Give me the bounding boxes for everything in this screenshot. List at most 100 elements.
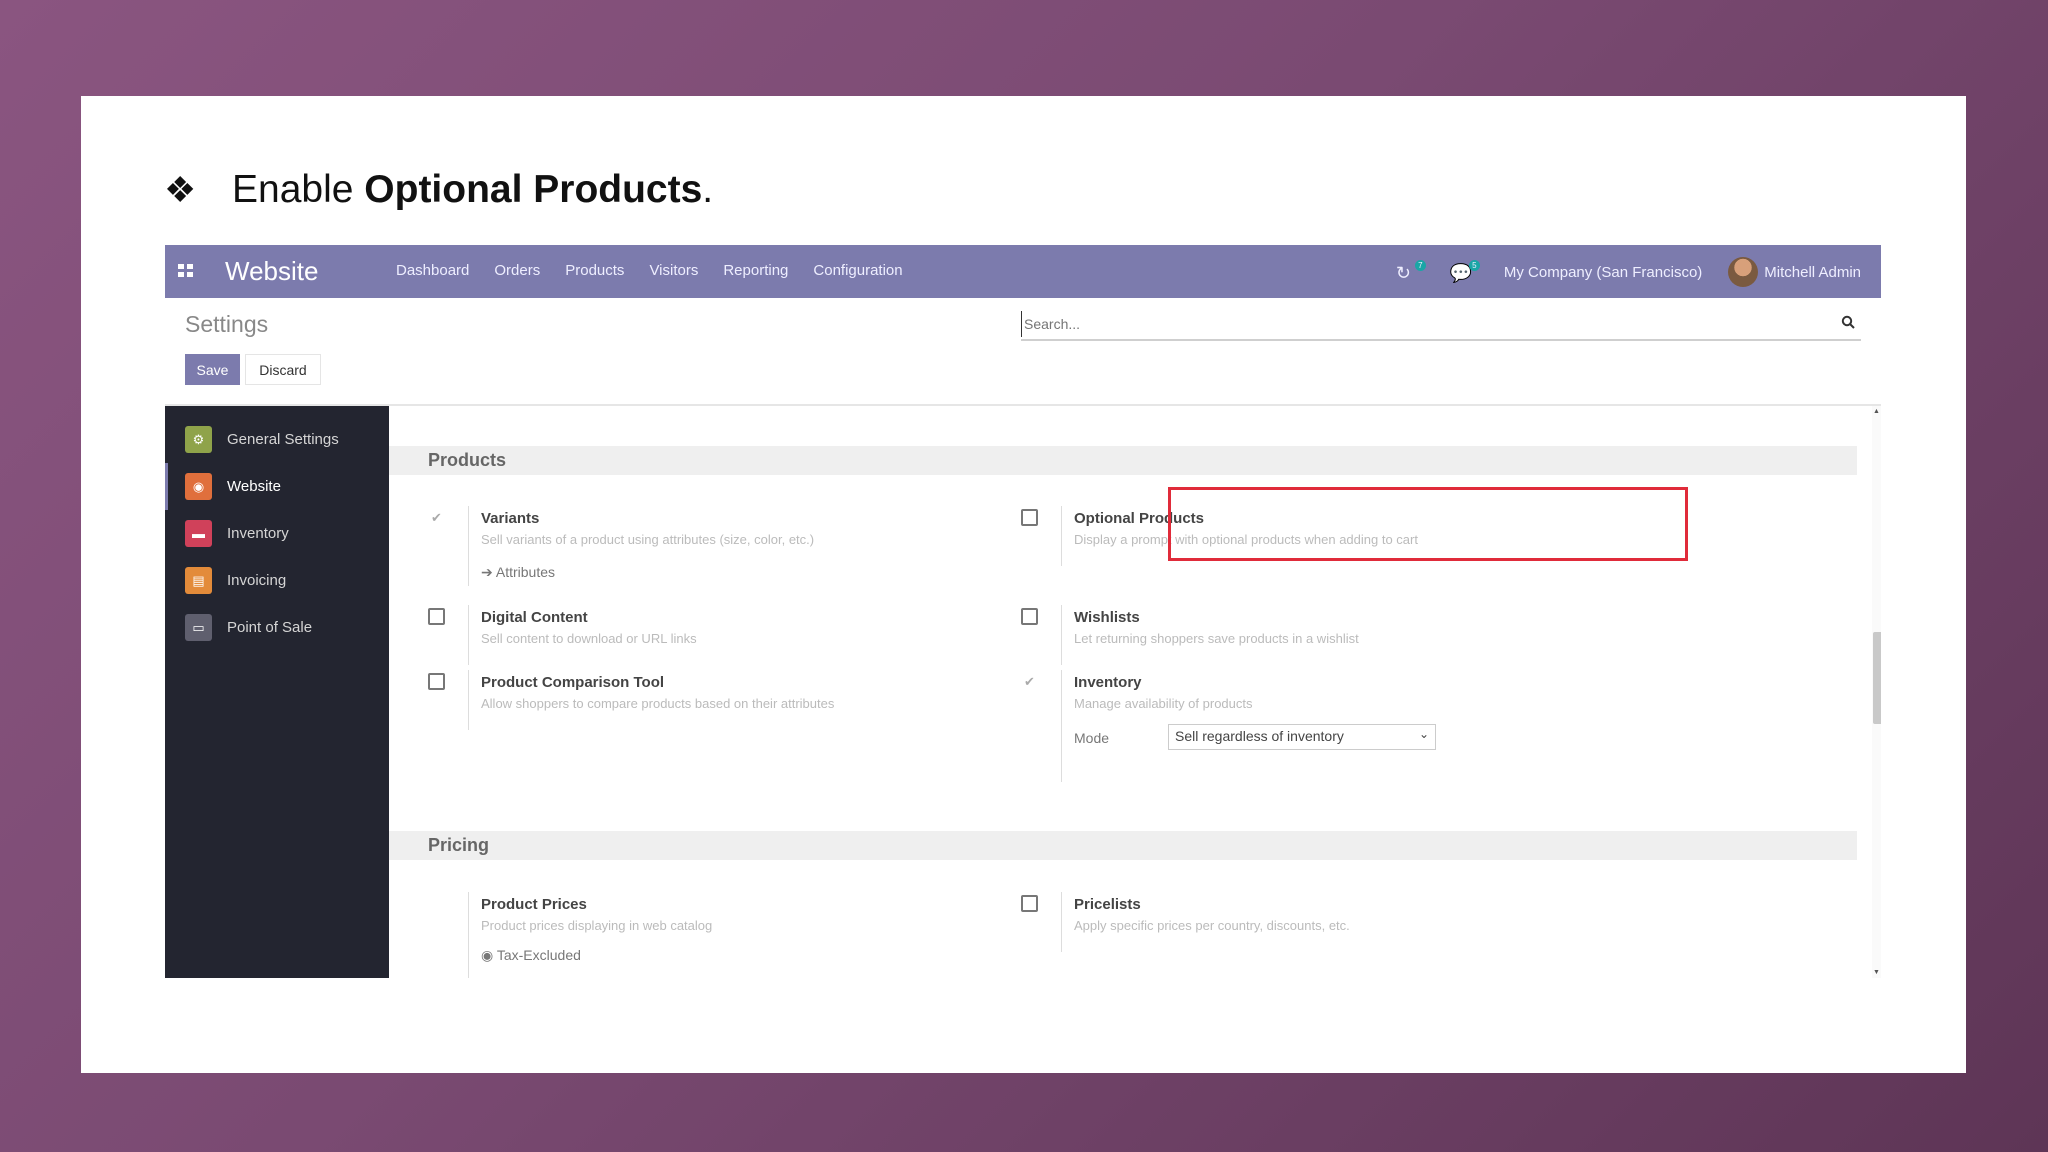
checkbox-inventory[interactable]: ✔: [1021, 673, 1038, 690]
company-switcher[interactable]: My Company (San Francisco): [1504, 264, 1702, 281]
headline-bold: Optional Products: [364, 168, 703, 211]
sidebar-item-invoicing[interactable]: ▤ Invoicing: [165, 557, 389, 604]
menu-item-configuration[interactable]: Configuration: [813, 262, 902, 279]
invoice-icon: ▤: [185, 567, 212, 594]
activity-button[interactable]: ↻ 7: [1395, 260, 1426, 283]
headline: ❖ Enable Optional Products.: [164, 162, 713, 218]
sidebar-item-inventory[interactable]: ▬ Inventory: [165, 510, 389, 557]
avatar: [1728, 257, 1759, 287]
setting-title: Product Comparison Tool: [481, 674, 665, 691]
menu-item-visitors[interactable]: Visitors: [649, 262, 698, 279]
setting-title: Pricelists: [1074, 896, 1141, 913]
setting-pricelists: Pricelists Apply specific prices per cou…: [1021, 892, 1581, 952]
setting-divider: [1061, 506, 1062, 566]
activity-badge: 7: [1414, 260, 1426, 271]
setting-divider: [1061, 892, 1062, 952]
settings-sidebar: ⚙ General Settings ◉ Website ▬ Inventory…: [165, 406, 389, 978]
bullet-icon: ❖: [164, 169, 197, 210]
chevron-down-icon: ⌄: [1418, 727, 1429, 741]
mode-label: Mode: [1074, 730, 1110, 746]
setting-product-comparison: Product Comparison Tool Allow shoppers t…: [428, 670, 988, 730]
radio-icon: ◉: [481, 947, 497, 963]
sidebar-item-point-of-sale[interactable]: ▭ Point of Sale: [165, 604, 389, 651]
apps-grid-icon[interactable]: [178, 264, 194, 278]
menu-item-products[interactable]: Products: [565, 262, 624, 279]
discard-button[interactable]: Discard: [245, 354, 321, 385]
tax-excluded-radio[interactable]: ◉ Tax-Excluded: [481, 947, 581, 964]
main-menu: Dashboard Orders Products Visitors Repor…: [396, 262, 928, 279]
save-button[interactable]: Save: [185, 354, 240, 385]
setting-title: Digital Content: [481, 609, 588, 626]
top-navbar: Website Dashboard Orders Products Visito…: [165, 245, 1881, 298]
setting-divider: [468, 670, 469, 730]
setting-description: Product prices displaying in web catalog: [481, 918, 713, 933]
globe-icon: ◉: [185, 473, 212, 500]
setting-description: Let returning shoppers save products in …: [1074, 631, 1359, 646]
setting-description: Allow shoppers to compare products based…: [481, 696, 835, 711]
checkbox-variants[interactable]: ✔: [428, 509, 445, 526]
section-title-pricing: Pricing: [389, 831, 1857, 860]
setting-description: Apply specific prices per country, disco…: [1074, 918, 1350, 933]
search-input[interactable]: [1021, 311, 1821, 337]
sidebar-item-label: Point of Sale: [227, 619, 313, 636]
sidebar-item-label: Inventory: [227, 525, 289, 542]
slide: ❖ Enable Optional Products. Website Dash…: [81, 96, 1966, 1073]
tax-excluded-label: Tax-Excluded: [496, 947, 581, 963]
sidebar-item-label: General Settings: [227, 431, 339, 448]
menu-item-dashboard[interactable]: Dashboard: [396, 262, 469, 279]
scroll-down-icon[interactable]: ▼: [1872, 969, 1881, 976]
messages-badge: 5: [1468, 260, 1480, 271]
sidebar-item-label: Invoicing: [227, 572, 287, 589]
checkbox-optional-products[interactable]: [1021, 509, 1038, 526]
app-name[interactable]: Website: [225, 256, 318, 287]
checkbox-digital-content[interactable]: [428, 608, 445, 625]
setting-inventory: ✔ Inventory Manage availability of produ…: [1021, 670, 1581, 782]
user-menu[interactable]: Mitchell Admin: [1728, 257, 1861, 287]
inventory-mode-select[interactable]: Sell regardless of inventory ⌄: [1168, 724, 1436, 750]
arrow-right-icon: ➔: [481, 564, 496, 580]
navbar-right: ↻ 7 💬 5 My Company (San Francisco) Mitch…: [1396, 254, 1861, 290]
checkbox-pricelists[interactable]: [1021, 895, 1038, 912]
search-icon[interactable]: [1841, 315, 1855, 329]
setting-title: Product Prices: [481, 896, 587, 913]
setting-divider: [468, 605, 469, 665]
setting-description: Sell variants of a product using attribu…: [481, 532, 815, 547]
setting-product-prices: Product Prices Product prices displaying…: [428, 892, 988, 978]
settings-content: Products ✔ Variants Sell variants of a p…: [389, 406, 1881, 978]
menu-item-orders[interactable]: Orders: [494, 262, 540, 279]
sidebar-item-label: Website: [227, 478, 281, 495]
mode-select-value: Sell regardless of inventory: [1175, 728, 1344, 744]
headline-prefix: Enable: [232, 168, 365, 211]
setting-divider: [468, 506, 469, 586]
setting-title: Variants: [481, 510, 540, 527]
scrollbar[interactable]: ▲ ▼: [1872, 406, 1881, 978]
setting-divider: [1061, 670, 1062, 782]
menu-item-reporting[interactable]: Reporting: [723, 262, 788, 279]
search-bar: [1021, 311, 1861, 341]
user-name: Mitchell Admin: [1764, 263, 1861, 281]
checkbox-product-comparison[interactable]: [428, 673, 445, 690]
section-title-products: Products: [389, 446, 1857, 475]
gear-icon: ⚙: [185, 426, 212, 453]
setting-digital-content: Digital Content Sell content to download…: [428, 605, 988, 665]
attributes-link-label: Attributes: [495, 564, 555, 580]
attributes-link[interactable]: ➔ Attributes: [481, 564, 555, 581]
sidebar-item-general-settings[interactable]: ⚙ General Settings: [165, 416, 389, 463]
clock-icon: ↻: [1395, 263, 1411, 283]
odoo-app-screenshot: Website Dashboard Orders Products Visito…: [165, 245, 1881, 978]
store-icon: ▭: [185, 614, 212, 641]
setting-variants: ✔ Variants Sell variants of a product us…: [428, 506, 988, 586]
checkbox-wishlists[interactable]: [1021, 608, 1038, 625]
scrollbar-thumb[interactable]: [1873, 632, 1881, 724]
messages-button[interactable]: 💬 5: [1450, 260, 1480, 282]
setting-description: Sell content to download or URL links: [481, 631, 697, 646]
scroll-up-icon[interactable]: ▲: [1872, 408, 1881, 415]
setting-wishlists: Wishlists Let returning shoppers save pr…: [1021, 605, 1581, 665]
highlight-box: [1168, 487, 1688, 561]
sidebar-item-website[interactable]: ◉ Website: [165, 463, 389, 510]
headline-suffix: .: [702, 168, 714, 211]
setting-title: Inventory: [1074, 674, 1142, 691]
setting-description: Manage availability of products: [1074, 696, 1253, 711]
setting-divider: [468, 892, 469, 978]
page-title: Settings: [185, 311, 269, 337]
